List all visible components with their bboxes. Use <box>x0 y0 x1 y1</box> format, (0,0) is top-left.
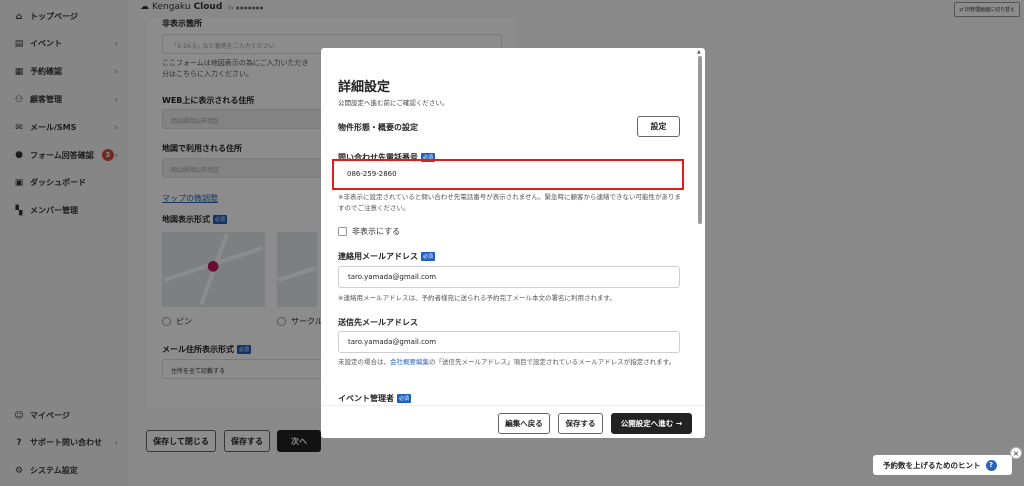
event-manager-label: イベント管理者 必須 <box>338 393 412 404</box>
help-icon: ? <box>985 459 997 471</box>
required-badge: 必須 <box>397 394 412 403</box>
contact-email-note: ※連絡用メールアドレスは、予約者様宛に送られる予約完了メール本文の署名に利用され… <box>338 294 616 302</box>
property-settings-button[interactable]: 設定 <box>637 116 680 137</box>
send-email-note: 未設定の場合は、会社概要編集の「送信先メールアドレス」項目で設定されているメール… <box>338 357 683 368</box>
company-overview-link[interactable]: 会社概要編集 <box>390 358 429 366</box>
event-manager-label-text: イベント管理者 <box>338 394 394 403</box>
proceed-to-publish-button[interactable]: 公開設定へ進む → <box>611 413 692 434</box>
required-badge: 必須 <box>421 252 436 261</box>
modal-scrollbar[interactable] <box>698 56 702 224</box>
scroll-up-arrow-icon[interactable]: ▲ <box>697 49 701 55</box>
property-settings-label: 物件形態・概要の設定 <box>338 123 418 132</box>
hide-phone-checkbox[interactable]: 非表示にする <box>338 226 400 237</box>
phone-note: ※非表示に設定されていると問い合わせ先電話番号が表示されません。緊急時に顧客から… <box>338 193 682 212</box>
modal-save-button[interactable]: 保存する <box>558 413 603 434</box>
modal-title: 詳細設定 <box>338 80 391 95</box>
back-to-edit-button[interactable]: 編集へ戻る <box>498 413 550 434</box>
hint-text: 予約数を上げるためのヒント <box>883 460 981 470</box>
hint-close-button[interactable]: × <box>1010 447 1022 459</box>
checkbox-icon <box>338 227 347 236</box>
contact-email-label: 連絡用メールアドレス 必須 <box>338 251 436 262</box>
phone-input[interactable]: 086-259-2860 <box>338 164 680 186</box>
hint-toast[interactable]: 予約数を上げるためのヒント ? <box>873 455 1012 475</box>
detail-settings-modal: 詳細設定 公開設定へ進む前にご確認ください。 物件形態・概要の設定 設定 問い合… <box>321 48 705 438</box>
contact-email-label-text: 連絡用メールアドレス <box>338 252 418 261</box>
modal-footer: 編集へ戻る 保存する 公開設定へ進む → <box>321 405 705 438</box>
hide-phone-label: 非表示にする <box>352 227 401 236</box>
send-note-pre: 未設定の場合は、 <box>338 358 390 366</box>
modal-subtitle: 公開設定へ進む前にご確認ください。 <box>338 99 449 107</box>
send-note-post: の「送信先メールアドレス」項目で設定されているメールアドレスが指定されます。 <box>429 358 676 366</box>
contact-email-input[interactable]: taro.yamada@gmail.com <box>338 266 680 288</box>
send-email-input[interactable]: taro.yamada@gmail.com <box>338 331 680 353</box>
send-email-label: 送信先メールアドレス <box>338 318 418 327</box>
